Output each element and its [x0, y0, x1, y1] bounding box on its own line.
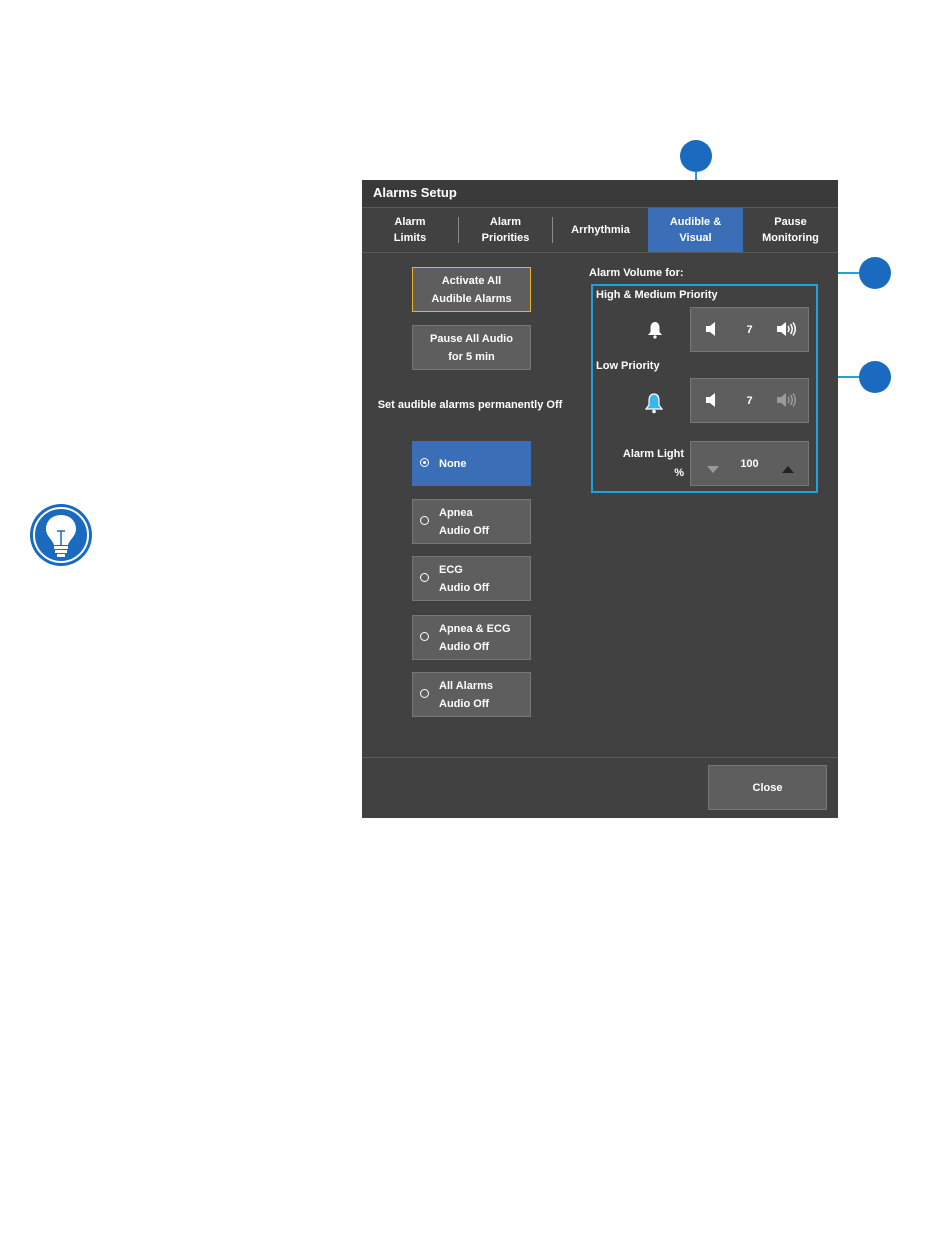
title-bar: Alarms Setup — [362, 180, 838, 208]
low-priority-volume-control[interactable]: 7 — [690, 378, 809, 423]
radio-unselected-icon — [420, 689, 429, 698]
option-apnea-label: Apnea Audio Off — [439, 506, 490, 537]
tab-arrhythmia[interactable]: Arrhythmia — [553, 208, 648, 252]
low-priority-label: Low Priority — [596, 360, 660, 372]
tab-alarm-limits[interactable]: Alarm Limits — [362, 208, 458, 252]
callout-marker-volume — [859, 257, 891, 289]
radio-unselected-icon — [420, 516, 429, 525]
pause-all-audio-button[interactable]: Pause All Audio for 5 min — [412, 325, 531, 370]
callout-marker-tab — [680, 140, 712, 172]
bell-icon — [646, 321, 664, 339]
tab-alarm-priorities[interactable]: Alarm Priorities — [459, 208, 552, 252]
tab-bar: Alarm Limits Alarm Priorities Arrhythmia… — [362, 208, 838, 253]
triangle-up-icon[interactable] — [782, 460, 794, 478]
option-none[interactable]: None — [412, 441, 531, 486]
alarm-light-control[interactable]: 100 — [690, 441, 809, 486]
close-button[interactable]: Close — [708, 765, 827, 810]
option-ecg-audio-off[interactable]: ECG Audio Off — [412, 556, 531, 601]
tab-audible-visual[interactable]: Audible & Visual — [648, 208, 743, 252]
bell-icon — [643, 392, 665, 414]
high-medium-priority-label: High & Medium Priority — [596, 289, 718, 301]
radio-unselected-icon — [420, 573, 429, 582]
option-all-alarms-label: All Alarms Audio Off — [439, 679, 494, 710]
alarm-light-label: Alarm Light % — [622, 448, 684, 479]
option-none-label: None — [439, 457, 467, 470]
option-all-alarms-audio-off[interactable]: All Alarms Audio Off — [412, 672, 531, 717]
activate-all-audible-alarms-button[interactable]: Activate All Audible Alarms — [412, 267, 531, 312]
callout-marker-controls — [859, 361, 891, 393]
radio-unselected-icon — [420, 632, 429, 641]
lightbulb-icon — [29, 503, 93, 567]
high-medium-volume-control[interactable]: 7 — [690, 307, 809, 352]
option-apnea-audio-off[interactable]: Apnea Audio Off — [412, 499, 531, 544]
option-apnea-ecg-label: Apnea & ECG Audio Off — [439, 622, 511, 653]
speaker-high-icon[interactable] — [777, 393, 797, 412]
alarm-volume-heading: Alarm Volume for: — [589, 267, 684, 279]
window-title: Alarms Setup — [373, 185, 457, 200]
alarms-setup-window: Alarms Setup Alarm Limits Alarm Prioriti… — [362, 180, 838, 818]
permanent-off-label: Set audible alarms permanently Off — [377, 399, 563, 411]
footer-divider — [362, 757, 838, 758]
tab-pause-monitoring[interactable]: Pause Monitoring — [743, 208, 838, 252]
speaker-high-icon[interactable] — [777, 322, 797, 341]
option-ecg-label: ECG Audio Off — [439, 563, 490, 594]
option-apnea-ecg-audio-off[interactable]: Apnea & ECG Audio Off — [412, 615, 531, 660]
radio-selected-icon — [420, 458, 429, 467]
